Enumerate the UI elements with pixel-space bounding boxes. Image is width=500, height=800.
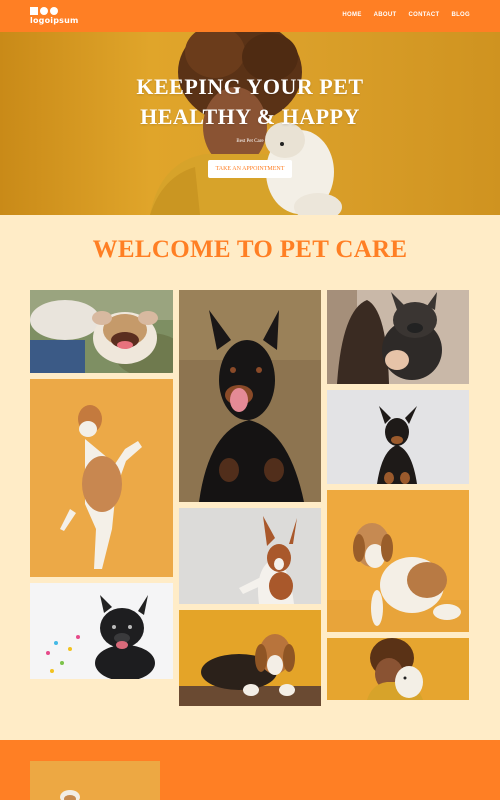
appointment-button[interactable]: TAKE AN APPOINTMENT bbox=[208, 160, 292, 178]
english-bulldog-photo[interactable] bbox=[30, 290, 173, 373]
nav-links: HOME ABOUT CONTACT BLOG bbox=[342, 12, 470, 18]
logo-icon bbox=[30, 7, 70, 15]
basenji-photo[interactable] bbox=[179, 508, 321, 604]
beagle-sitting-photo[interactable] bbox=[327, 490, 469, 632]
hero-subtitle: Best Pet Care bbox=[236, 139, 264, 144]
french-bulldog-confetti-photo[interactable] bbox=[30, 583, 173, 679]
nav-link-about[interactable]: ABOUT bbox=[374, 12, 397, 18]
doberman-photo[interactable] bbox=[179, 290, 321, 502]
logo-text: logoipsum bbox=[30, 16, 79, 25]
hero-title-line-1: KEEPING YOUR PET bbox=[136, 74, 364, 99]
beagle-fence-photo[interactable] bbox=[179, 610, 321, 706]
featured-dog-photo bbox=[30, 761, 160, 800]
nav-link-contact[interactable]: CONTACT bbox=[408, 12, 439, 18]
welcome-heading: WELCOME TO PET CARE bbox=[92, 236, 408, 263]
woman-with-pomeranian-photo[interactable] bbox=[327, 638, 469, 700]
jack-russell-standing-photo[interactable] bbox=[30, 379, 173, 577]
nav-link-blog[interactable]: BLOG bbox=[451, 12, 470, 18]
nav-link-home[interactable]: HOME bbox=[342, 12, 361, 18]
toy-terrier-photo[interactable] bbox=[327, 390, 469, 484]
logo[interactable]: logoipsum bbox=[30, 7, 90, 25]
french-bulldog-held-photo[interactable] bbox=[327, 290, 469, 384]
hero-title-line-2: HEALTHY & HAPPY bbox=[140, 104, 360, 129]
hero-banner: KEEPING YOUR PET HEALTHY & HAPPY Best Pe… bbox=[0, 32, 500, 215]
top-navigation: logoipsum HOME ABOUT CONTACT BLOG bbox=[0, 0, 500, 32]
